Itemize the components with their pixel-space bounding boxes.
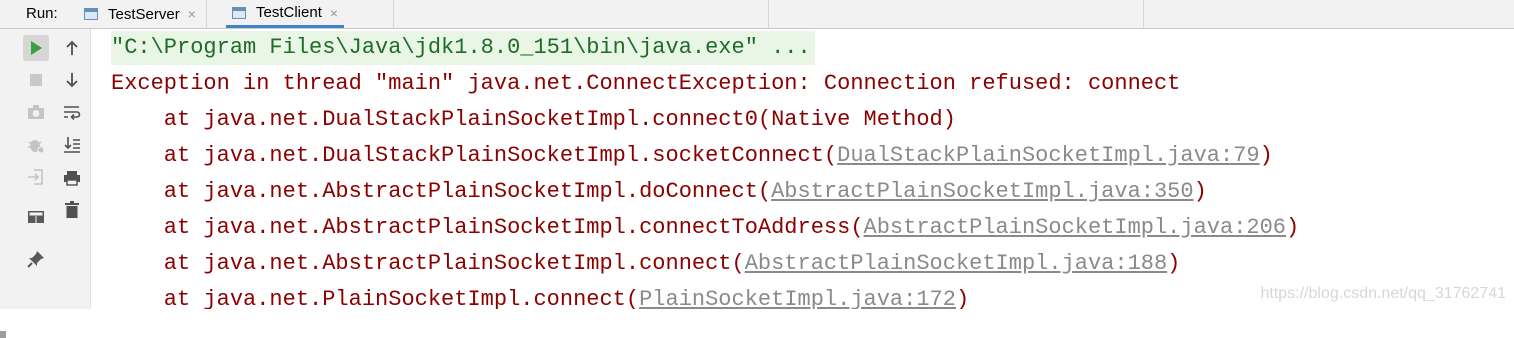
command-line: "C:\Program Files\Java\jdk1.8.0_151\bin\… — [111, 31, 815, 65]
source-link[interactable]: AbstractPlainSocketImpl.java:350 — [771, 179, 1193, 204]
arrow-up-icon[interactable] — [59, 35, 85, 61]
run-label: Run: — [26, 5, 58, 22]
tab-divider — [206, 0, 207, 28]
watermark: https://blog.csdn.net/qq_31762741 — [1260, 285, 1506, 302]
source-link[interactable]: DualStackPlainSocketImpl.java:79 — [837, 143, 1259, 168]
console-output[interactable]: "C:\Program Files\Java\jdk1.8.0_151\bin\… — [91, 29, 1514, 309]
bug-settings-icon[interactable] — [23, 132, 49, 158]
print-icon[interactable] — [59, 165, 85, 191]
soft-wrap-icon[interactable] — [59, 99, 85, 125]
console-toolbar — [54, 29, 91, 309]
edge-marker — [0, 331, 6, 338]
tab-divider — [393, 0, 394, 28]
stack-frame: at java.net.PlainSocketImpl.connect(Plai… — [111, 283, 969, 309]
stack-frame: at java.net.DualStackPlainSocketImpl.con… — [111, 107, 956, 132]
run-tool-window-header: Run: TestServer × TestClient × — [0, 0, 1514, 29]
rerun-icon[interactable] — [23, 35, 49, 61]
exit-icon[interactable] — [23, 164, 49, 190]
stop-icon[interactable] — [23, 67, 49, 93]
camera-icon[interactable] — [23, 99, 49, 125]
tab-divider — [1143, 0, 1144, 28]
close-icon[interactable]: × — [330, 5, 338, 21]
stack-frame: at java.net.DualStackPlainSocketImpl.soc… — [111, 143, 1273, 168]
source-link[interactable]: AbstractPlainSocketImpl.java:206 — [864, 215, 1286, 240]
trash-icon[interactable] — [59, 197, 85, 223]
close-icon[interactable]: × — [188, 6, 196, 22]
tab-divider — [768, 0, 769, 28]
app-window-icon — [84, 8, 98, 20]
pin-icon[interactable] — [23, 246, 49, 272]
stack-frame: at java.net.AbstractPlainSocketImpl.doCo… — [111, 179, 1207, 204]
layout-icon[interactable] — [23, 204, 49, 230]
stack-frame: at java.net.AbstractPlainSocketImpl.conn… — [111, 251, 1181, 276]
stack-frame: at java.net.AbstractPlainSocketImpl.conn… — [111, 215, 1300, 240]
scroll-to-end-icon[interactable] — [59, 132, 85, 158]
app-window-icon — [232, 6, 246, 19]
tab-label: TestClient — [256, 4, 322, 21]
source-link[interactable]: PlainSocketImpl.java:172 — [639, 287, 956, 309]
exception-message: Exception in thread "main" java.net.Conn… — [111, 71, 1181, 96]
source-link[interactable]: AbstractPlainSocketImpl.java:188 — [745, 251, 1167, 276]
tab-testclient[interactable]: TestClient × — [226, 0, 345, 28]
tab-label: TestServer — [108, 5, 180, 23]
run-toolbar — [0, 29, 54, 338]
arrow-down-icon[interactable] — [59, 67, 85, 93]
tab-testserver[interactable]: TestServer × — [78, 0, 202, 28]
